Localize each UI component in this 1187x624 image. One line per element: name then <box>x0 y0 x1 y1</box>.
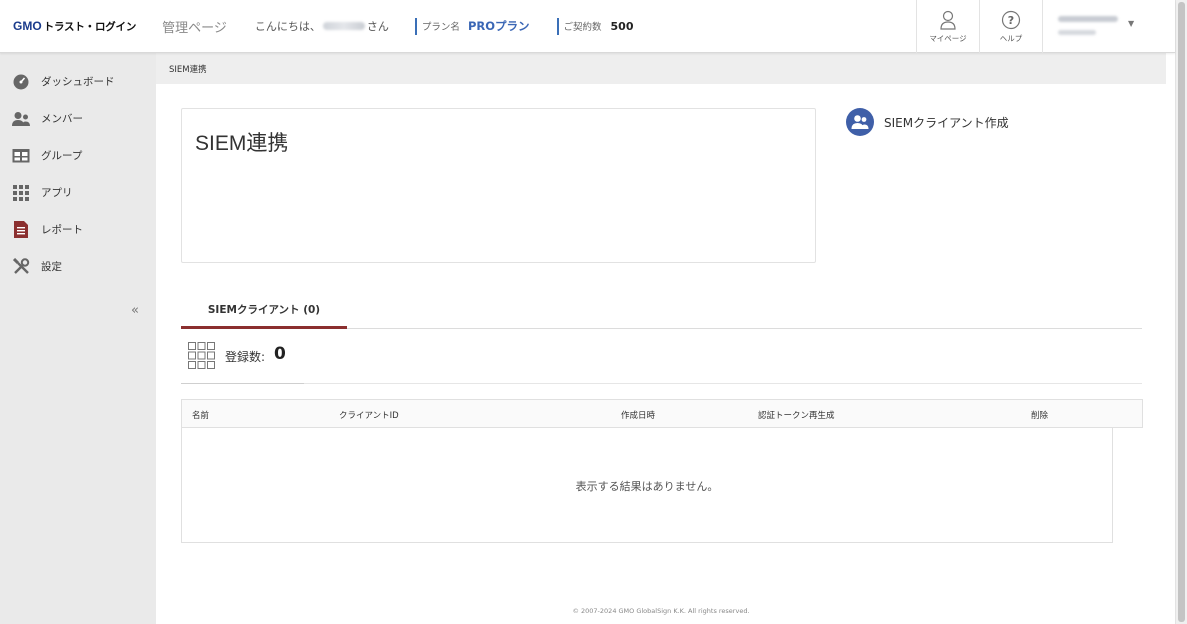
contract-value: 500 <box>610 19 634 33</box>
column-header-name[interactable]: 名前 <box>192 409 209 421</box>
chevron-down-icon: ▼ <box>1128 19 1135 28</box>
empty-message: 表示する結果はありません。 <box>575 480 719 493</box>
active-tab-indicator <box>181 326 347 329</box>
redacted-user-name <box>1058 16 1118 22</box>
sidebar: ダッシュボード メンバー グループ アプリ レポート 設定 « <box>0 53 156 624</box>
sidebar-item-label: メンバー <box>41 113 83 125</box>
sidebar-item-label: ダッシュボード <box>41 76 115 88</box>
scrollbar[interactable] <box>1175 0 1187 624</box>
grid-icon <box>188 342 215 369</box>
sidebar-item-label: 設定 <box>41 261 62 273</box>
sidebar-item-label: レポート <box>41 224 83 236</box>
column-header-created-at[interactable]: 作成日時 <box>621 409 655 421</box>
column-header-token-regenerate[interactable]: 認証トークン再生成 <box>758 409 835 421</box>
members-icon <box>12 110 30 128</box>
settings-icon <box>12 258 30 276</box>
page-title: SIEM連携 <box>195 132 289 155</box>
scrollbar-thumb[interactable] <box>1178 2 1185 622</box>
top-header: GMO トラスト・ログイン 管理ページ こんにちは、 さん プラン名 PROプラ… <box>0 0 1175 53</box>
title-card: SIEM連携 <box>181 108 816 263</box>
sidebar-item-label: アプリ <box>41 187 73 199</box>
collapse-sidebar-button[interactable]: « <box>131 303 139 318</box>
sidebar-item-settings[interactable]: 設定 <box>0 248 156 285</box>
tab-siem-clients[interactable]: SIEMクライアント (0) <box>181 290 347 329</box>
plan-value: PROプラン <box>467 19 530 33</box>
help-button[interactable]: ? ヘルプ <box>979 0 1042 53</box>
group-icon <box>12 147 30 165</box>
redacted-user-id <box>1058 30 1096 35</box>
help-label: ヘルプ <box>999 33 1023 43</box>
redacted-username <box>322 22 365 30</box>
admin-title: 管理ページ <box>162 20 227 36</box>
logo-service-text: トラスト・ログイン <box>43 20 137 33</box>
greeting: こんにちは、 さん <box>255 18 389 34</box>
greeting-prefix: こんにちは、 <box>254 20 321 33</box>
divider <box>414 17 417 35</box>
create-button-label: SIEMクライアント作成 <box>884 115 1009 130</box>
column-header-delete[interactable]: 削除 <box>1031 409 1048 421</box>
greeting-suffix: さん <box>366 20 389 33</box>
logo-gmo-text: GMO <box>13 18 42 33</box>
sidebar-item-groups[interactable]: グループ <box>0 137 156 174</box>
count-value: 0 <box>274 344 286 364</box>
apps-icon <box>12 184 30 202</box>
column-header-client-id[interactable]: クライアントID <box>339 409 399 421</box>
breadcrumb: SIEM連携 <box>169 65 207 75</box>
table-body: 表示する結果はありません。 <box>181 428 1113 543</box>
dashboard-icon <box>12 73 30 91</box>
svg-text:?: ? <box>1008 14 1014 27</box>
footer-copyright: © 2007-2024 GMO GlobalSign K.K. All righ… <box>572 607 750 615</box>
breadcrumb-bar: SIEM連携 <box>156 53 1166 84</box>
divider <box>556 17 559 35</box>
sidebar-item-dashboard[interactable]: ダッシュボード <box>0 63 156 100</box>
sidebar-item-apps[interactable]: アプリ <box>0 174 156 211</box>
sidebar-item-members[interactable]: メンバー <box>0 100 156 137</box>
contract-label: ご契約数 <box>563 22 602 33</box>
tab-label: SIEMクライアント (0) <box>207 304 321 316</box>
tab-bar: SIEMクライアント (0) <box>181 290 1142 329</box>
sidebar-item-reports[interactable]: レポート <box>0 211 156 248</box>
table-header: 名前 クライアントID 作成日時 認証トークン再生成 削除 <box>181 399 1143 428</box>
gmo-logo[interactable]: GMO トラスト・ログイン <box>13 19 136 34</box>
registration-count: 登録数: 0 <box>181 338 1142 384</box>
add-user-icon <box>846 108 874 136</box>
user-icon <box>940 10 956 30</box>
mypage-label: マイページ <box>929 33 967 43</box>
create-siem-client-button[interactable]: SIEMクライアント作成 <box>846 108 1009 136</box>
header-actions: マイページ ? ヘルプ ▼ <box>916 0 1175 53</box>
plan-label: プラン名 <box>421 22 460 33</box>
user-menu[interactable]: ▼ <box>1042 0 1175 53</box>
report-icon <box>12 221 30 239</box>
divider <box>181 383 304 384</box>
mypage-button[interactable]: マイページ <box>916 0 979 53</box>
count-label: 登録数: <box>225 350 266 364</box>
help-icon: ? <box>1001 10 1021 29</box>
sidebar-item-label: グループ <box>41 150 83 162</box>
